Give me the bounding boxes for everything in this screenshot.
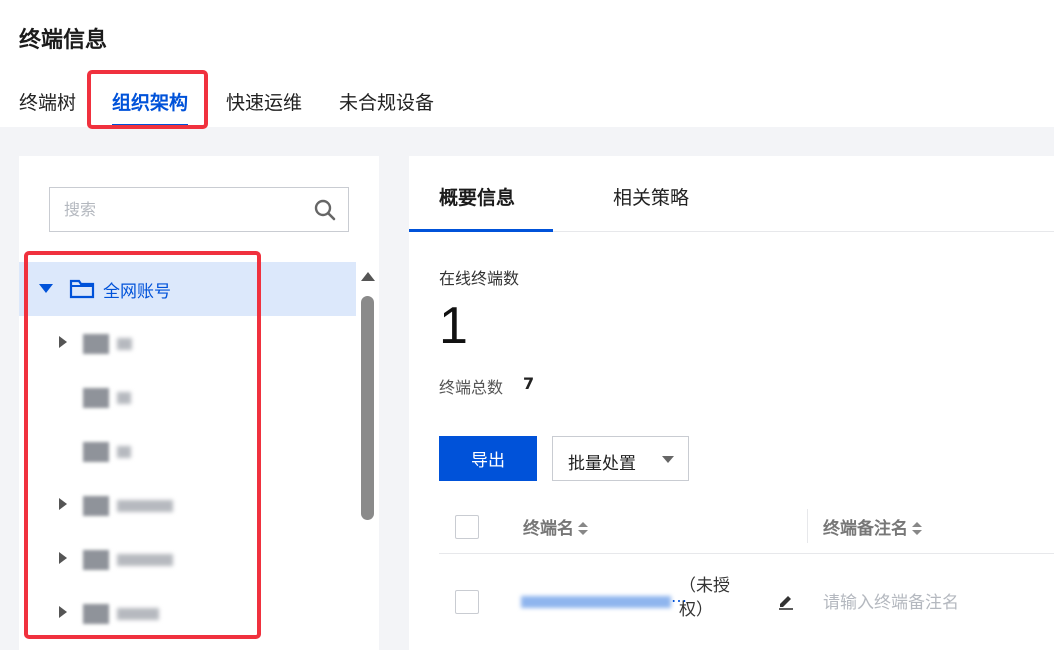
folder-icon bbox=[83, 334, 109, 354]
tree-search-box bbox=[49, 187, 349, 232]
tree-node-label bbox=[117, 608, 159, 620]
folder-icon bbox=[83, 388, 109, 408]
batch-action-label: 批量处置 bbox=[568, 454, 636, 474]
scroll-up-icon[interactable] bbox=[361, 272, 375, 281]
folder-icon bbox=[83, 496, 109, 516]
tree-node[interactable] bbox=[19, 586, 356, 640]
export-button[interactable]: 导出 bbox=[439, 436, 537, 481]
tree-scrollbar[interactable] bbox=[359, 266, 377, 650]
folder-icon bbox=[83, 442, 109, 462]
tree-node[interactable] bbox=[19, 370, 356, 424]
header-bar: 终端信息 终端树 组织架构 快速运维 未合规设备 bbox=[0, 0, 1054, 127]
column-header-name-label: 终端名 bbox=[523, 519, 574, 539]
tree-node-label bbox=[117, 554, 173, 566]
remark-input-placeholder[interactable]: 请输入终端备注名 bbox=[823, 588, 959, 613]
folder-icon bbox=[69, 279, 95, 299]
total-terminals-value: 7 bbox=[523, 374, 535, 393]
page-title: 终端信息 bbox=[19, 28, 108, 53]
row-checkbox[interactable] bbox=[455, 590, 479, 614]
tree-node-root[interactable]: 全网账号 bbox=[19, 262, 356, 316]
tab-noncompliant-devices[interactable]: 未合规设备 bbox=[339, 88, 434, 115]
select-all-checkbox[interactable] bbox=[455, 515, 479, 539]
sort-icon[interactable] bbox=[578, 522, 588, 536]
search-icon[interactable] bbox=[314, 199, 336, 221]
table-header: 终端名 终端备注名 bbox=[439, 499, 1054, 554]
caret-right-icon[interactable] bbox=[59, 498, 67, 510]
org-tree: 全网账号 bbox=[19, 262, 356, 650]
total-terminals-label: 终端总数 bbox=[439, 378, 504, 397]
org-tree-panel: 全网账号 bbox=[19, 156, 379, 650]
caret-right-icon[interactable] bbox=[59, 552, 67, 564]
tab-related-policies[interactable]: 相关策略 bbox=[613, 183, 689, 210]
folder-icon bbox=[83, 604, 109, 624]
batch-action-select[interactable]: 批量处置 bbox=[552, 436, 689, 481]
tab-overview[interactable]: 概要信息 bbox=[439, 183, 515, 210]
column-header-remark[interactable]: 终端备注名 bbox=[823, 514, 922, 539]
scrollbar-thumb[interactable] bbox=[361, 296, 374, 520]
column-header-remark-label: 终端备注名 bbox=[823, 519, 908, 539]
column-divider[interactable] bbox=[807, 509, 808, 543]
tree-node-label bbox=[117, 446, 131, 458]
caret-right-icon[interactable] bbox=[59, 606, 67, 618]
tree-node[interactable] bbox=[19, 532, 356, 586]
column-header-name[interactable]: 终端名 bbox=[523, 514, 588, 539]
tab-quick-ops[interactable]: 快速运维 bbox=[226, 88, 302, 115]
online-terminals-count: 1 bbox=[439, 297, 468, 355]
online-terminals-label: 在线终端数 bbox=[439, 269, 520, 288]
terminal-name-link[interactable] bbox=[521, 596, 671, 608]
edit-icon[interactable] bbox=[777, 592, 795, 610]
caret-right-icon[interactable] bbox=[59, 336, 67, 348]
chevron-down-icon bbox=[662, 456, 674, 463]
active-tab-indicator bbox=[409, 229, 553, 232]
tree-node-label bbox=[117, 392, 131, 404]
tree-node[interactable] bbox=[19, 424, 356, 478]
caret-down-icon[interactable] bbox=[39, 284, 53, 293]
tree-node[interactable] bbox=[19, 478, 356, 532]
detail-panel: 概要信息 相关策略 在线终端数 1 终端总数 7 导出 批量处置 终端名 终端备… bbox=[409, 156, 1054, 650]
tree-node-root-label: 全网账号 bbox=[103, 282, 171, 302]
tree-search-input[interactable] bbox=[50, 188, 300, 231]
tree-node-label bbox=[117, 338, 132, 350]
folder-icon bbox=[83, 550, 109, 570]
tree-node-label bbox=[117, 500, 173, 512]
tab-terminal-tree[interactable]: 终端树 bbox=[19, 88, 76, 115]
table-row: … （未授权） 请输入终端备注名 bbox=[439, 554, 1054, 650]
tab-org-structure[interactable]: 组织架构 bbox=[112, 88, 189, 127]
tree-node[interactable] bbox=[19, 316, 356, 370]
sort-icon[interactable] bbox=[912, 522, 922, 536]
authorization-status: （未授权） bbox=[679, 576, 730, 620]
